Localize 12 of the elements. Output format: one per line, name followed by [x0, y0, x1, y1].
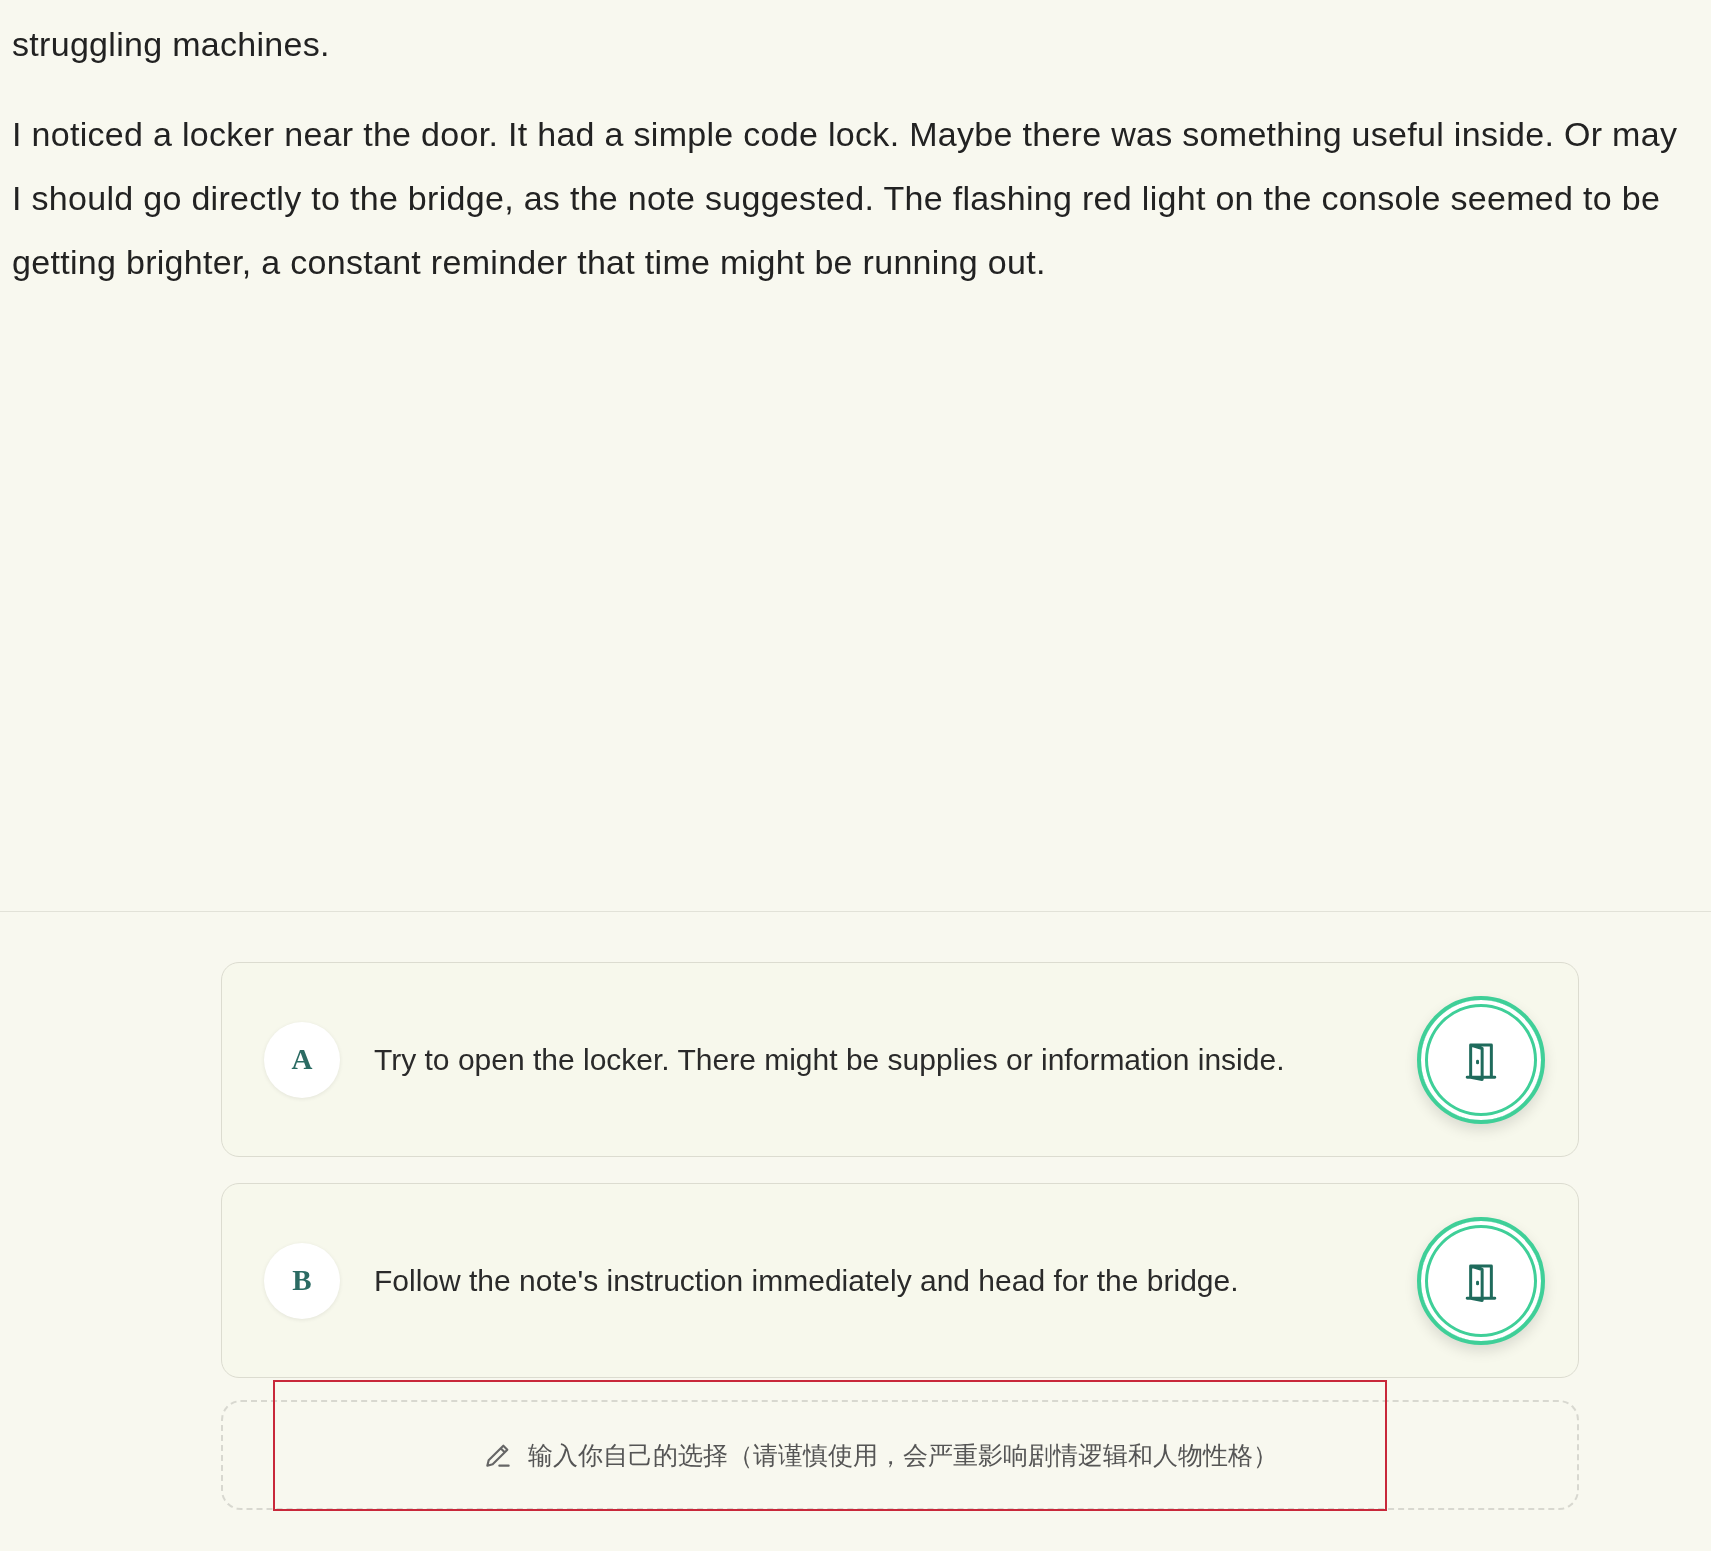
- story-text: getting brighter, a constant reminder that time might be running out.: [12, 242, 1047, 283]
- choice-card[interactable]: B Follow the note's instruction immediately and head for the bridge.: [221, 1183, 1579, 1378]
- choice-card[interactable]: A Try to open the locker. There might be supplies or information inside.: [221, 962, 1579, 1157]
- custom-choice-field[interactable]: 输入你自己的选择（请谨慎使用，会严重影响剧情逻辑和人物性格）: [221, 1400, 1579, 1510]
- custom-choice-placeholder: 输入你自己的选择（请谨慎使用，会严重影响剧情逻辑和人物性格）: [528, 1439, 1278, 1472]
- choice-letter: A: [264, 1021, 340, 1098]
- choice-text: Try to open the locker. There might be supplies or information inside.: [374, 1042, 1286, 1077]
- story-text: I noticed a locker near the door. It had a simple code lock. Maybe there was something useful inside. Or may: [12, 114, 1679, 155]
- choice-text: Follow the note's instruction immediately and head for the bridge.: [374, 1263, 1240, 1298]
- choice-letter: B: [264, 1242, 340, 1319]
- story-text: I should go directly to the bridge, as the note suggested. The flashing red light on the console seemed to be: [12, 178, 1662, 219]
- story-text: struggling machines.: [12, 24, 331, 65]
